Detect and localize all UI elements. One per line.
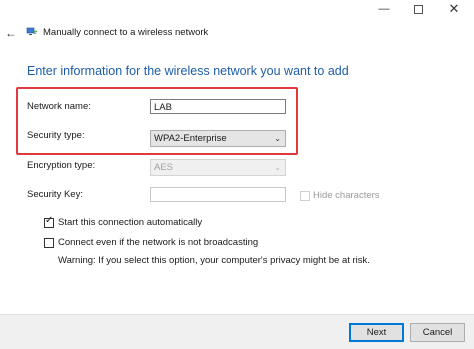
chevron-down-icon: ⌄ xyxy=(274,134,281,143)
security-key-input[interactable] xyxy=(150,187,286,202)
page-heading: Enter information for the wireless netwo… xyxy=(27,64,349,78)
network-name-label: Network name: xyxy=(27,101,91,112)
security-type-value: WPA2-Enterprise xyxy=(154,133,227,144)
maximize-icon[interactable] xyxy=(398,0,438,18)
close-icon[interactable]: ✕ xyxy=(434,0,474,18)
connect-hidden-label: Connect even if the network is not broad… xyxy=(58,237,259,248)
connect-hidden-checkbox[interactable] xyxy=(44,238,54,248)
security-type-select[interactable]: WPA2-Enterprise ⌄ xyxy=(150,130,286,147)
security-type-label: Security type: xyxy=(27,130,85,141)
encryption-type-value: AES xyxy=(154,162,174,173)
encryption-type-select[interactable]: AES ⌄ xyxy=(150,159,286,176)
encryption-type-label: Encryption type: xyxy=(27,160,96,171)
cancel-button[interactable]: Cancel xyxy=(410,323,465,342)
start-auto-checkbox[interactable]: ✓ xyxy=(44,215,54,228)
window-title: Manually connect to a wireless network xyxy=(43,27,209,38)
start-auto-label: Start this connection automatically xyxy=(58,217,203,228)
network-name-input[interactable]: LAB xyxy=(150,99,286,114)
network-icon xyxy=(26,26,38,38)
checkmark-icon: ✓ xyxy=(45,215,54,226)
privacy-warning: Warning: If you select this option, your… xyxy=(58,255,370,266)
next-button[interactable]: Next xyxy=(349,323,404,342)
back-arrow-icon[interactable]: ← xyxy=(5,26,17,40)
hide-characters-checkbox[interactable] xyxy=(300,191,310,201)
chevron-down-icon: ⌄ xyxy=(274,163,281,172)
security-key-label: Security Key: xyxy=(27,189,83,200)
hide-characters-label: Hide characters xyxy=(313,190,380,201)
